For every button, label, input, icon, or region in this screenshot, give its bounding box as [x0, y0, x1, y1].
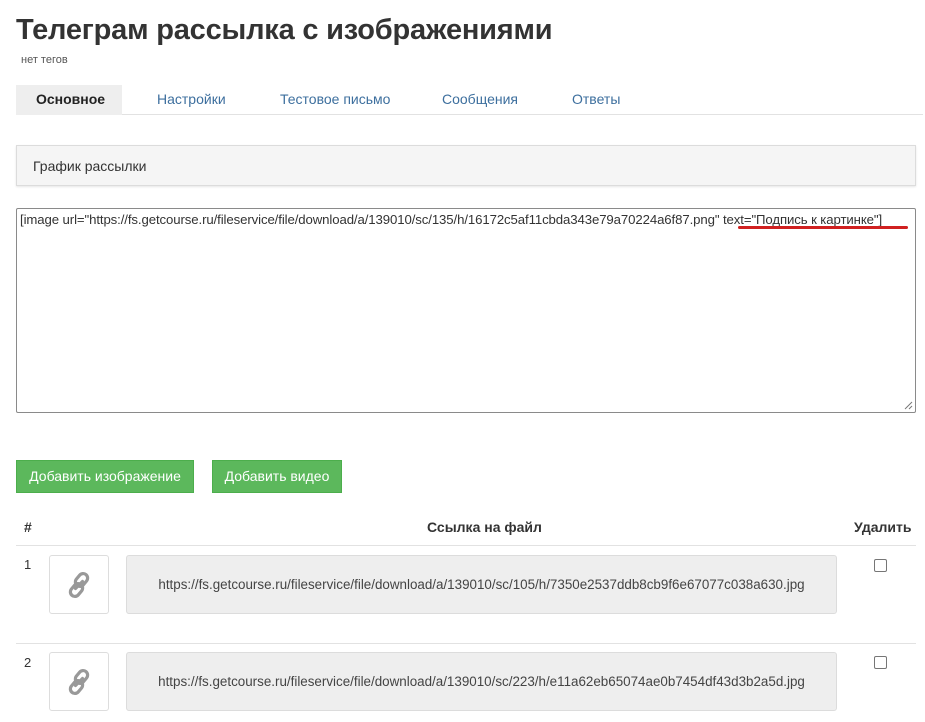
file-thumbnail[interactable] — [49, 555, 109, 614]
column-header-number: # — [24, 519, 32, 535]
message-textarea[interactable]: [image url="https://fs.getcourse.ru/file… — [16, 208, 916, 413]
column-header-link: Ссылка на файл — [427, 519, 542, 535]
delete-checkbox[interactable] — [874, 656, 887, 669]
schedule-panel[interactable]: График рассылки — [16, 145, 916, 186]
link-icon — [68, 668, 90, 695]
link-icon — [68, 571, 90, 598]
tags-label: нет тегов — [21, 54, 68, 66]
message-text: [image url="https://fs.getcourse.ru/file… — [20, 212, 883, 227]
page-title: Телеграм рассылка с изображениями — [16, 14, 553, 46]
file-thumbnail[interactable] — [49, 652, 109, 711]
file-url-field[interactable]: https://fs.getcourse.ru/fileservice/file… — [126, 652, 837, 711]
resize-handle-icon[interactable] — [904, 401, 913, 410]
schedule-panel-label: График рассылки — [33, 158, 147, 174]
tab-main[interactable]: Основное — [16, 85, 122, 115]
tab-settings[interactable]: Настройки — [137, 85, 246, 115]
file-url-field[interactable]: https://fs.getcourse.ru/fileservice/file… — [126, 555, 837, 614]
row-number: 1 — [24, 557, 32, 572]
tab-bar: Основное Настройки Тестовое письмо Сообщ… — [16, 85, 923, 115]
delete-checkbox[interactable] — [874, 559, 887, 572]
column-header-delete: Удалить — [854, 519, 912, 535]
header-divider — [16, 545, 916, 546]
tab-replies[interactable]: Ответы — [552, 85, 640, 115]
row-divider — [16, 643, 916, 644]
add-video-button[interactable]: Добавить видео — [212, 460, 342, 493]
highlight-underline — [738, 226, 908, 229]
tab-test-letter[interactable]: Тестовое письмо — [260, 85, 410, 115]
add-image-button[interactable]: Добавить изображение — [16, 460, 194, 493]
row-number: 2 — [24, 655, 32, 670]
tab-messages[interactable]: Сообщения — [422, 85, 538, 115]
